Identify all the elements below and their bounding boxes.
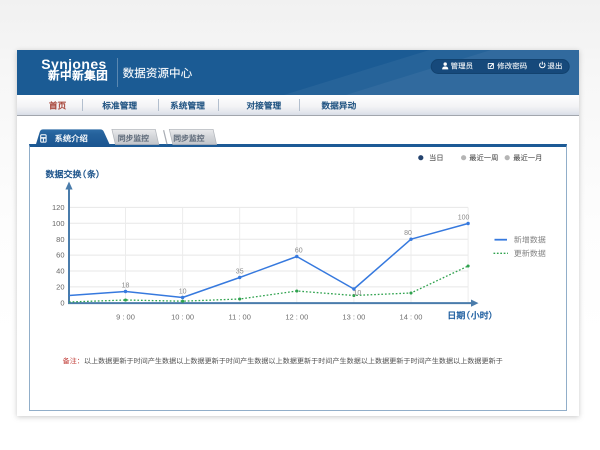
svg-text:80: 80 (404, 230, 412, 237)
svg-text:35: 35 (236, 269, 244, 276)
svg-text:18: 18 (122, 283, 130, 290)
svg-text:12 : 00: 12 : 00 (285, 313, 308, 322)
svg-text:11 : 00: 11 : 00 (229, 313, 251, 322)
svg-text:120: 120 (52, 203, 65, 212)
svg-text:10 : 00: 10 : 00 (171, 313, 194, 322)
svg-text:9 : 00: 9 : 00 (116, 313, 135, 322)
svg-text:13 : 00: 13 : 00 (342, 313, 365, 322)
svg-text:60: 60 (56, 251, 64, 260)
svg-text:100: 100 (52, 219, 65, 228)
svg-text:40: 40 (56, 267, 64, 276)
svg-text:60: 60 (295, 248, 303, 255)
svg-text:10: 10 (354, 290, 362, 297)
svg-text:80: 80 (56, 235, 64, 244)
svg-text:0: 0 (60, 298, 64, 307)
svg-text:10: 10 (179, 289, 187, 296)
svg-text:20: 20 (56, 283, 64, 292)
svg-text:14 : 00: 14 : 00 (400, 313, 423, 322)
svg-text:100: 100 (458, 215, 470, 222)
